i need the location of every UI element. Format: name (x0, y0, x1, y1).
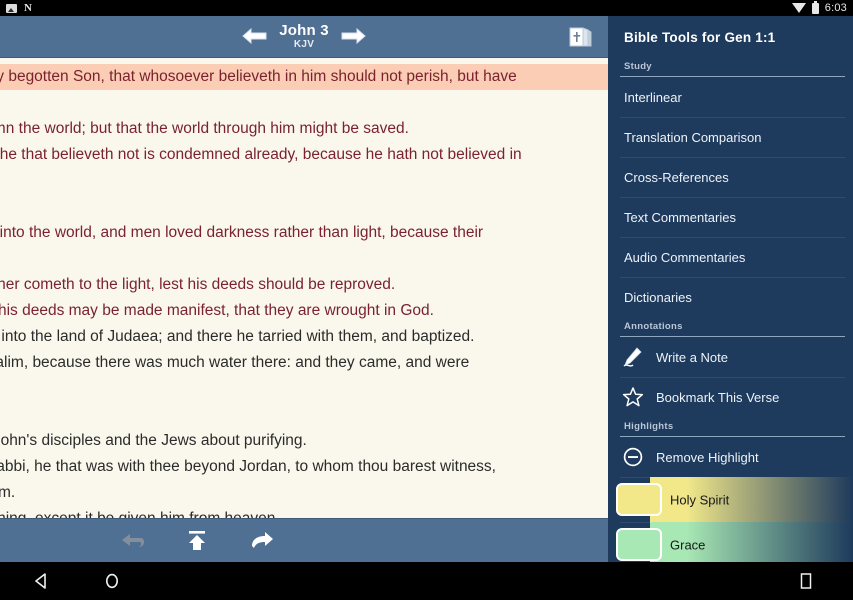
panel-body: Study Interlinear Translation Comparison Cr… (608, 57, 853, 562)
share-button[interactable] (180, 526, 214, 556)
tool-item-label: Cross-References (624, 169, 729, 185)
star-icon (620, 386, 646, 408)
verse-line[interactable]: rison. (0, 402, 608, 428)
tool-item-translation-comparison[interactable]: Translation Comparison (608, 117, 853, 157)
translation-label: KJV (293, 38, 315, 50)
undo-button[interactable] (116, 526, 150, 556)
tool-item-label: Audio Commentaries (624, 249, 746, 265)
next-chapter-button[interactable] (339, 26, 367, 48)
tool-item-label: Interlinear (624, 89, 682, 105)
highlight-option-holy-spirit[interactable]: Holy Spirit (608, 477, 853, 522)
wifi-icon (791, 3, 806, 13)
verse-lines: ne gave his only begotten Son, that whos… (0, 58, 608, 518)
scripture-text-area[interactable]: ne gave his only begotten Son, that whos… (0, 58, 608, 518)
verse-spacer (0, 194, 608, 220)
panel-title: Bible Tools for Gen 1:1 (624, 30, 776, 45)
chapter-reference[interactable]: John 3 KJV (279, 23, 329, 50)
status-left-icons: N (6, 1, 32, 14)
screenshot-icon (6, 3, 17, 13)
verse-line[interactable]: th the light, neither cometh to the ligh… (0, 272, 608, 298)
pen-icon (623, 347, 642, 367)
verse-line[interactable]: aid unto him, Rabbi, he that was with th… (0, 454, 608, 480)
highlight-label: Grace (670, 537, 706, 552)
tool-item-label: Bookmark This Verse (656, 389, 780, 405)
chapter-title: John 3 (279, 21, 329, 39)
pen-icon (620, 346, 646, 368)
status-right-icons: 6:03 (791, 0, 847, 14)
verse-line[interactable]: ondemned: but he that believeth not is c… (0, 142, 608, 168)
tool-item-text-commentaries[interactable]: Text Commentaries (608, 197, 853, 237)
android-status-bar: N 6:03 (0, 0, 853, 16)
verse-line[interactable]: nd his disciples into the land of Judaea… (0, 324, 608, 350)
chapter-navigator: John 3 KJV (0, 23, 608, 50)
tool-item-cross-references[interactable]: Cross-References (608, 157, 853, 197)
tool-item-dictionaries[interactable]: Dictionaries (608, 277, 853, 317)
tool-item-label: Dictionaries (624, 289, 692, 305)
tool-item-remove-highlight[interactable]: Remove Highlight (608, 437, 853, 477)
highlight-option-grace[interactable]: Grace (608, 522, 853, 562)
recents-square-icon[interactable] (797, 571, 815, 591)
previous-chapter-button[interactable] (241, 26, 269, 48)
tool-item-interlinear[interactable]: Interlinear (608, 77, 853, 117)
n-app-icon: N (24, 1, 32, 14)
minus-circle-icon (620, 446, 646, 468)
tool-item-bookmark-this-verse[interactable]: Bookmark This Verse (608, 377, 853, 417)
battery-icon (811, 0, 819, 14)
tool-item-label: Text Commentaries (624, 209, 736, 225)
verse-line[interactable]: at light is come into the world, and men… (0, 220, 608, 246)
verse-line[interactable]: ne gave his only begotten Son, that whos… (0, 64, 608, 90)
home-circle-icon[interactable] (102, 571, 122, 591)
verse-line[interactable]: world to condemn the world; but that the… (0, 116, 608, 142)
tool-item-label: Write a Note (656, 349, 729, 365)
verse-line[interactable]: f God. (0, 168, 608, 194)
app-body: John 3 KJV y begotten Son, that whosoeve… (0, 16, 853, 562)
star-icon (622, 387, 644, 407)
tool-item-audio-commentaries[interactable]: Audio Commentaries (608, 237, 853, 277)
screen: N 6:03 John 3 KJV y begotten Son, that w… (0, 0, 853, 600)
bible-selector-button[interactable] (564, 22, 596, 52)
highlight-swatch (616, 528, 662, 561)
reader-pane: John 3 KJV y begotten Son, that whosoeve… (0, 16, 608, 562)
highlight-label: Holy Spirit (670, 492, 730, 507)
tool-item-write-a-note[interactable]: Write a Note (608, 337, 853, 377)
tool-item-label: Translation Comparison (624, 129, 762, 145)
status-clock: 6:03 (824, 2, 847, 14)
verse-spacer (0, 246, 608, 272)
verse-line[interactable]: men come to him. (0, 480, 608, 506)
highlight-swatch (616, 483, 662, 516)
tool-item-label: Remove Highlight (656, 449, 759, 465)
verse-line[interactable]: e the light, that his deeds may be made … (0, 298, 608, 324)
android-nav-bar (0, 562, 853, 600)
verse-spacer (0, 376, 608, 402)
verse-line[interactable]: ween some of John's disciples and the Je… (0, 428, 608, 454)
reader-toolbar (0, 518, 608, 562)
minus-circle-icon (623, 447, 643, 467)
section-label-study: Study (624, 61, 652, 72)
section-label-annotations: Annotations (624, 321, 683, 332)
section-label-highlights: Highlights (624, 421, 674, 432)
redo-button[interactable] (244, 526, 278, 556)
verse-line[interactable]: Enon near to Salim, because there was mu… (0, 350, 608, 376)
back-triangle-icon[interactable] (32, 571, 52, 591)
verse-spacer (0, 90, 608, 116)
bible-tools-panel[interactable]: Bible Tools for Gen 1:1 Study Interlinear… (608, 16, 853, 562)
verse-line[interactable]: can receive nothing, except it be given … (0, 506, 608, 518)
app-bar: John 3 KJV (0, 16, 608, 58)
